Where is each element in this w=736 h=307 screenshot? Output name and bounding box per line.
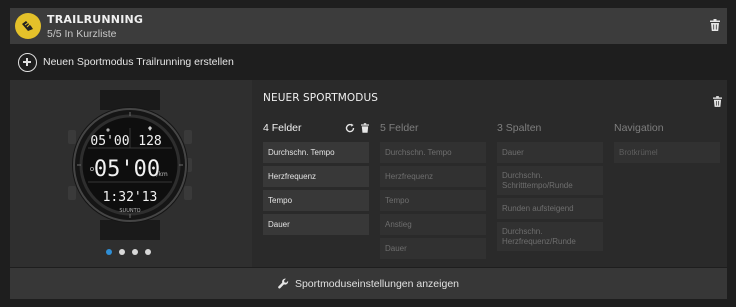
watch-preview: 05'00 128 05'00 /km 1:32'13 SUUNTO <box>10 80 252 267</box>
watch-pace-unit: /km <box>156 171 167 178</box>
field-cell[interactable]: Dauer <box>263 214 369 235</box>
create-sport-mode-button[interactable]: Neuen Sportmodus Trailrunning erstellen <box>18 52 234 72</box>
trail-shoe-icon <box>15 13 41 39</box>
carousel-dot[interactable] <box>119 249 125 255</box>
column-header[interactable]: Navigation <box>614 121 720 135</box>
field-cell[interactable]: Runden aufsteigend <box>497 198 603 219</box>
field-cell-line: Durchschn. <box>502 170 543 180</box>
sport-title: TRAILRUNNING <box>47 13 144 26</box>
field-cell[interactable]: Durchschn. Herzfrequenz/Runde <box>497 222 603 251</box>
sport-header: TRAILRUNNING 5/5 In Kurzliste <box>10 8 727 44</box>
carousel-dot[interactable] <box>145 249 151 255</box>
field-cell-line: Durchschn. <box>502 226 543 236</box>
create-sport-mode-label: Neuen Sportmodus Trailrunning erstellen <box>43 56 234 68</box>
field-cell[interactable]: Brotkrümel <box>614 142 720 163</box>
field-cell[interactable]: Anstieg <box>380 214 486 235</box>
field-cell[interactable]: Tempo <box>263 190 369 211</box>
display-column-3-columns[interactable]: 3 Spalten Dauer Durchschn. Schritttempo/… <box>497 121 603 251</box>
column-label: 4 Felder <box>263 122 302 134</box>
watch-carousel-dots <box>106 249 151 255</box>
field-cell[interactable]: Durchschn. Tempo <box>380 142 486 163</box>
field-cell[interactable]: Dauer <box>497 142 603 163</box>
column-label: 5 Felder <box>380 122 419 134</box>
field-cell[interactable]: Durchschn. Schritttempo/Runde <box>497 166 603 195</box>
field-cell[interactable]: Herzfrequenz <box>263 166 369 187</box>
field-cell[interactable]: Dauer <box>380 238 486 259</box>
column-label: 3 Spalten <box>497 122 542 134</box>
show-settings-label: Sportmoduseinstellungen anzeigen <box>294 277 460 290</box>
display-column-4-fields: 4 Felder Durchschn. Tempo Herzfrequenz T… <box>263 121 369 235</box>
field-cell[interactable]: Tempo <box>380 190 486 211</box>
plus-circle-icon <box>18 52 37 72</box>
column-label: Navigation <box>614 122 664 134</box>
watch-heart-rate: 128 <box>138 134 161 149</box>
column-header[interactable]: 3 Spalten <box>497 121 603 135</box>
watch-image[interactable]: 05'00 128 05'00 /km 1:32'13 SUUNTO <box>62 90 198 245</box>
carousel-dot[interactable] <box>132 249 138 255</box>
show-sport-mode-settings-button[interactable]: Sportmoduseinstellungen anzeigen <box>10 268 727 299</box>
delete-sport-trash-icon[interactable] <box>710 18 720 36</box>
column-header[interactable]: 5 Felder <box>380 121 486 135</box>
trash-icon[interactable] <box>361 123 369 133</box>
watch-pace: 05'00 <box>94 157 160 182</box>
display-column-navigation[interactable]: Navigation Brotkrümel <box>614 121 720 163</box>
display-column-5-fields[interactable]: 5 Felder Durchschn. Tempo Herzfrequenz T… <box>380 121 486 259</box>
watch-time: 1:32'13 <box>103 190 158 205</box>
column-header[interactable]: 4 Felder <box>263 121 369 135</box>
refresh-icon[interactable] <box>345 123 355 133</box>
field-cell[interactable]: Durchschn. Tempo <box>263 142 369 163</box>
field-cell[interactable]: Herzfrequenz <box>380 166 486 187</box>
field-cell-line: Herzfrequenz/Runde <box>502 236 576 246</box>
sport-mode-panel: 05'00 128 05'00 /km 1:32'13 SUUNTO NEUER… <box>10 80 727 267</box>
wrench-icon <box>278 278 289 289</box>
watch-brand: SUUNTO <box>119 208 140 214</box>
sport-mode-title: NEUER SPORTMODUS <box>263 92 379 104</box>
watch-duration: 05'00 <box>90 134 129 149</box>
carousel-dot[interactable] <box>106 249 112 255</box>
shortlist-count: 5/5 In Kurzliste <box>47 28 117 40</box>
delete-mode-trash-icon[interactable] <box>713 94 722 112</box>
field-cell-line: Schritttempo/Runde <box>502 180 573 190</box>
